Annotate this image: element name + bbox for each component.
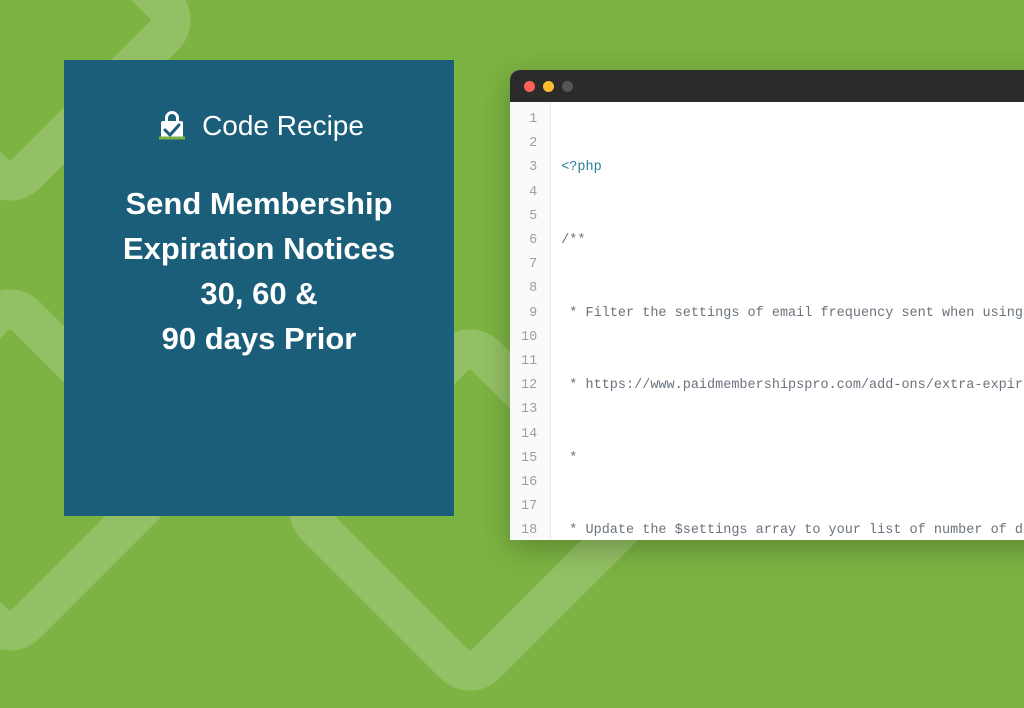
- lock-check-icon: [154, 108, 190, 144]
- code-editor-window: 123456789101112131415161718 <?php /** * …: [510, 70, 1024, 540]
- title-line: 30, 60 &: [123, 272, 395, 317]
- line-number: 9: [516, 302, 542, 326]
- maximize-icon[interactable]: [562, 81, 573, 92]
- line-number: 3: [516, 156, 542, 180]
- line-number: 15: [516, 447, 542, 471]
- line-number: 6: [516, 229, 542, 253]
- title-line: 90 days Prior: [123, 317, 395, 362]
- line-number: 8: [516, 277, 542, 301]
- code-line: * Update the $settings array to your lis…: [561, 519, 1024, 540]
- close-icon[interactable]: [524, 81, 535, 92]
- code-line: <?php: [561, 156, 1024, 180]
- line-number: 16: [516, 471, 542, 495]
- card-title: Send Membership Expiration Notices 30, 6…: [123, 182, 395, 362]
- code-line: * https://www.paidmembershipspro.com/add…: [561, 374, 1024, 398]
- line-number: 2: [516, 132, 542, 156]
- title-line: Send Membership: [123, 182, 395, 227]
- line-number: 4: [516, 181, 542, 205]
- line-number: 1: [516, 108, 542, 132]
- line-number: 14: [516, 423, 542, 447]
- line-number-gutter: 123456789101112131415161718: [510, 102, 551, 540]
- logo-text: Code Recipe: [202, 110, 364, 142]
- line-number: 18: [516, 519, 542, 540]
- code-body: 123456789101112131415161718 <?php /** * …: [510, 102, 1024, 540]
- line-number: 13: [516, 398, 542, 422]
- code-line: * Filter the settings of email frequency…: [561, 302, 1024, 326]
- code-lines: <?php /** * Filter the settings of email…: [551, 102, 1024, 540]
- title-card: Code Recipe Send Membership Expiration N…: [64, 60, 454, 516]
- minimize-icon[interactable]: [543, 81, 554, 92]
- line-number: 7: [516, 253, 542, 277]
- code-line: /**: [561, 229, 1024, 253]
- line-number: 17: [516, 495, 542, 519]
- line-number: 5: [516, 205, 542, 229]
- line-number: 10: [516, 326, 542, 350]
- code-line: *: [561, 447, 1024, 471]
- line-number: 12: [516, 374, 542, 398]
- line-number: 11: [516, 350, 542, 374]
- logo: Code Recipe: [154, 108, 364, 144]
- title-line: Expiration Notices: [123, 227, 395, 272]
- window-titlebar: [510, 70, 1024, 102]
